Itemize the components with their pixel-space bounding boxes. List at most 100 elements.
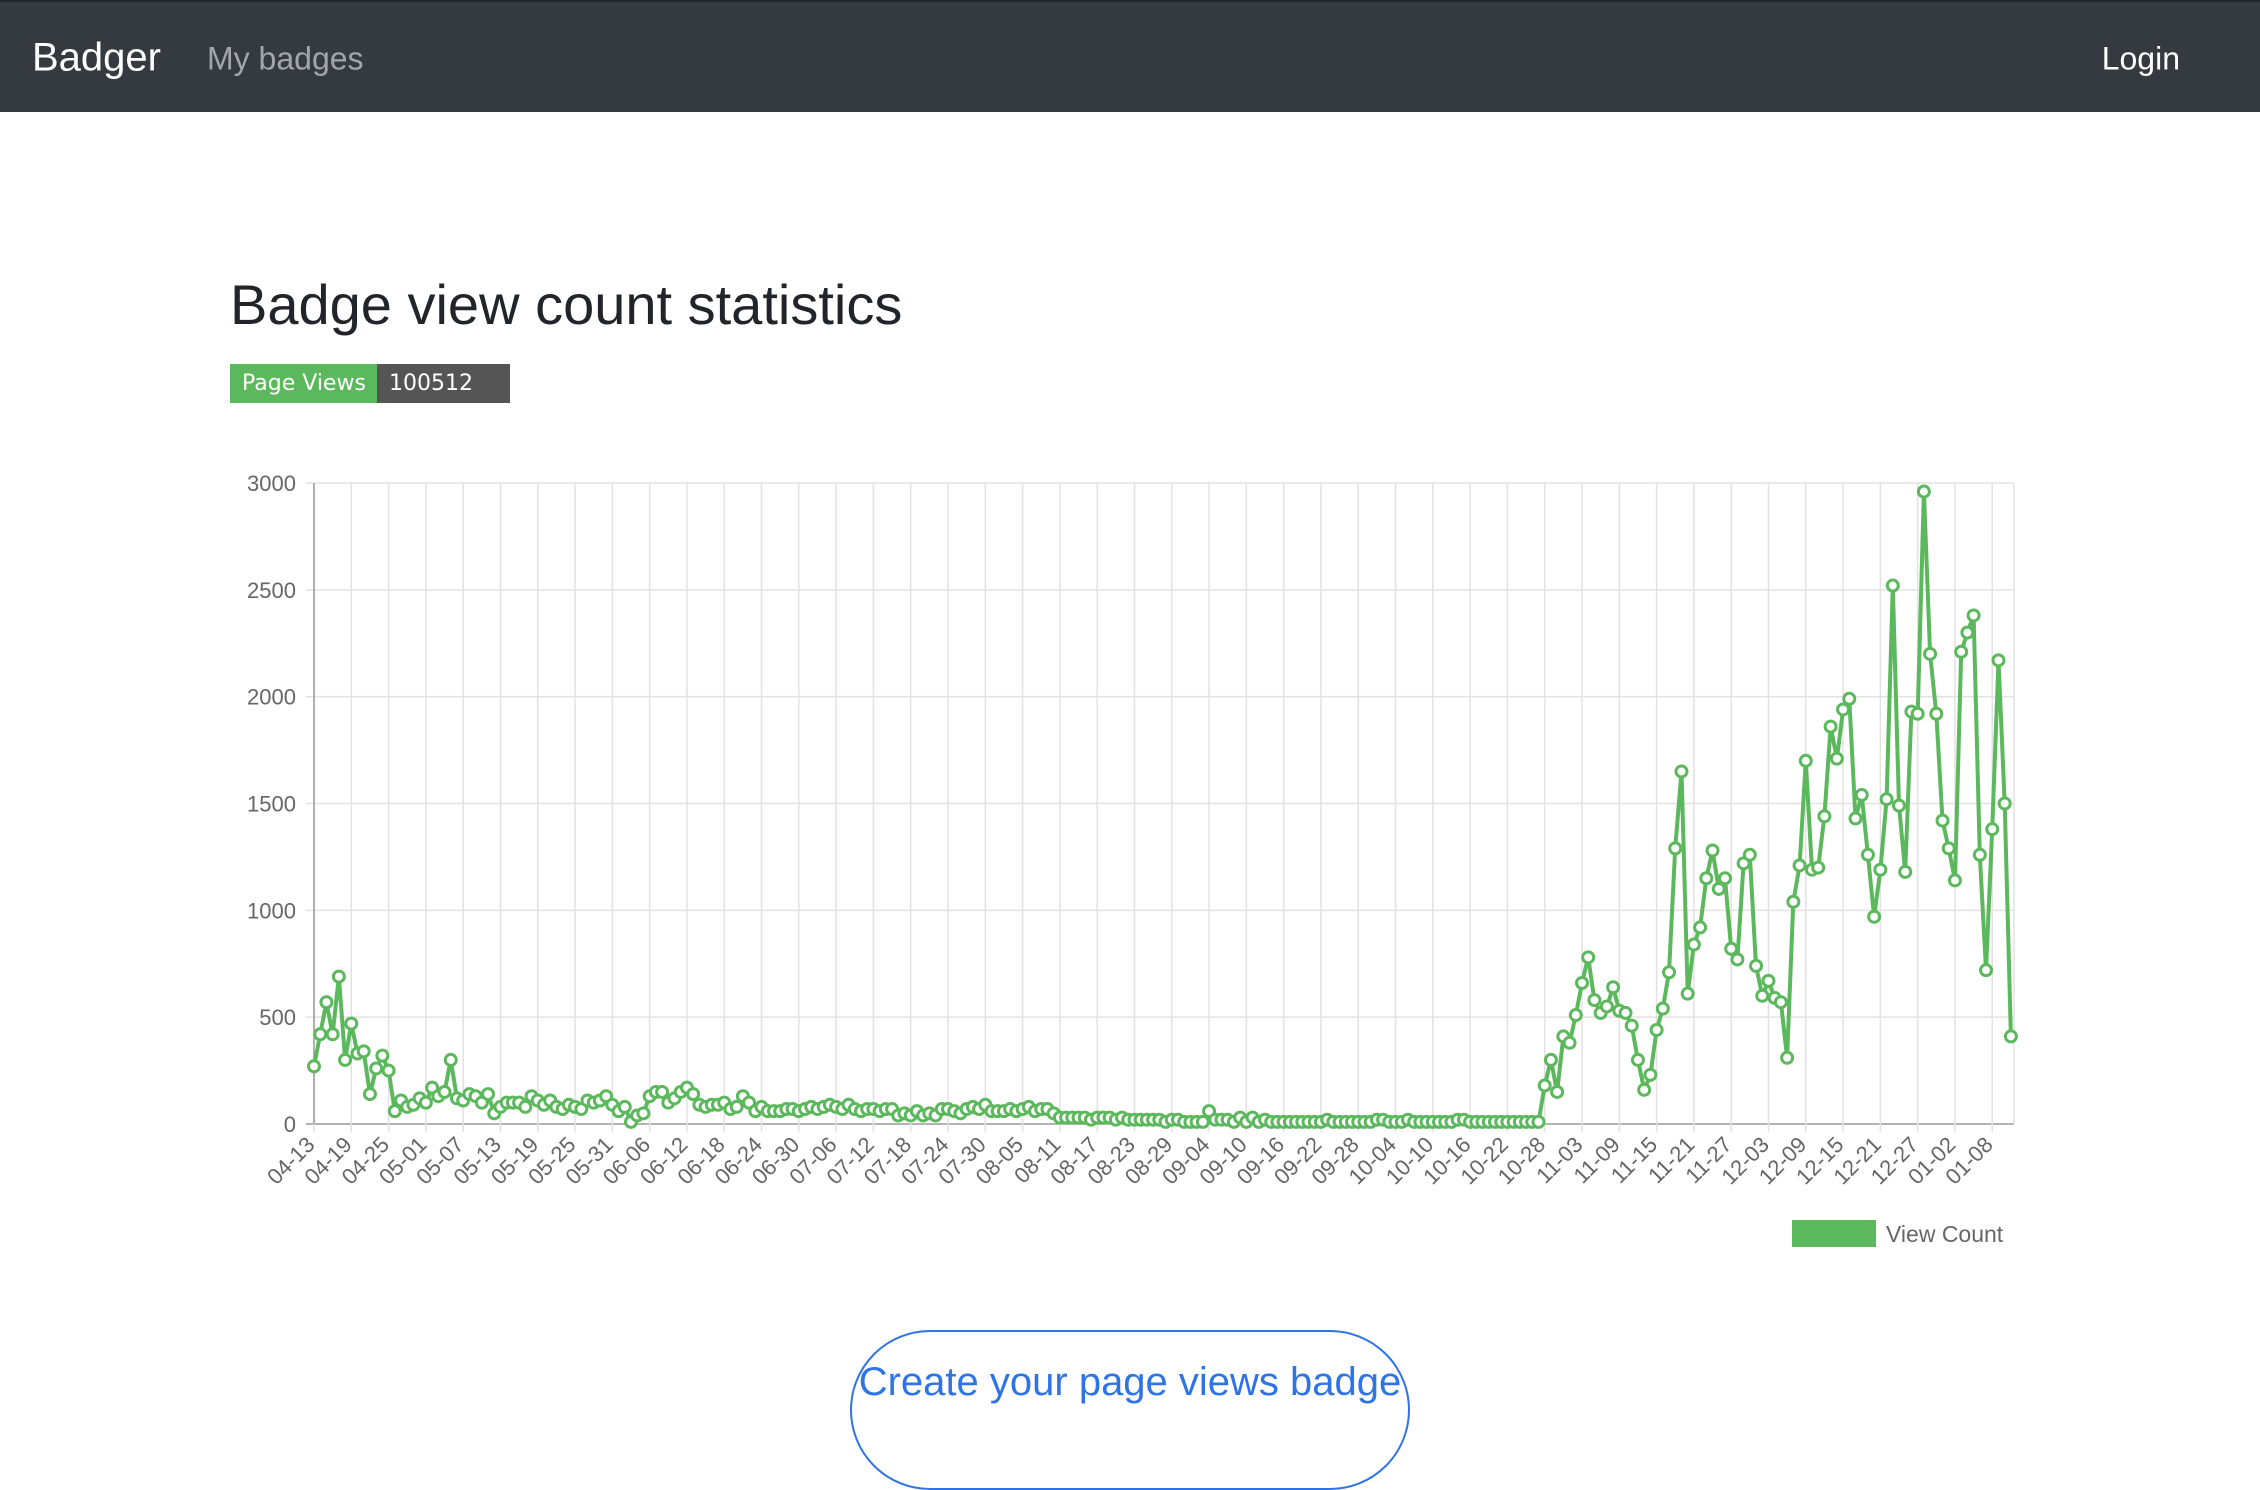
data-point — [481, 1087, 496, 1102]
data-point — [338, 1052, 353, 1067]
data-point — [437, 1084, 452, 1099]
y-tick-label: 2500 — [247, 578, 296, 603]
data-point — [729, 1099, 744, 1114]
data-point — [313, 1027, 328, 1042]
data-point — [1717, 871, 1732, 886]
data-point — [686, 1087, 701, 1102]
y-tick-label: 3000 — [247, 471, 296, 496]
y-tick-label: 1000 — [247, 898, 296, 923]
data-point — [356, 1044, 371, 1059]
data-point — [1923, 646, 1938, 661]
data-point — [1705, 843, 1720, 858]
data-point — [1966, 608, 1981, 623]
data-point — [1854, 787, 1869, 802]
data-point — [1655, 1001, 1670, 1016]
data-point — [1693, 920, 1708, 935]
data-point — [1575, 975, 1590, 990]
brand-link[interactable]: Badger — [32, 36, 161, 81]
data-point — [1979, 963, 1994, 978]
data-point — [1749, 958, 1764, 973]
data-point — [2003, 1029, 2018, 1044]
data-point — [1941, 841, 1956, 856]
data-point — [1550, 1084, 1565, 1099]
data-point — [418, 1095, 433, 1110]
data-point — [1581, 950, 1596, 965]
create-badge-button[interactable]: Create your page views badge — [850, 1330, 1410, 1490]
badge-label: Page Views — [230, 364, 377, 403]
data-point — [1867, 909, 1882, 924]
data-point — [1792, 858, 1807, 873]
y-tick-label: 1500 — [247, 792, 296, 817]
data-point — [1711, 881, 1726, 896]
data-point — [369, 1061, 384, 1076]
data-point — [1935, 813, 1950, 828]
data-point — [1972, 847, 1987, 862]
data-point — [1730, 952, 1745, 967]
data-point — [1842, 691, 1857, 706]
data-point — [1836, 702, 1851, 717]
y-tick-label: 0 — [284, 1112, 296, 1137]
data-point — [1798, 753, 1813, 768]
data-point — [1997, 796, 2012, 811]
chart-svg: 05001000150020002500300004-1304-1904-250… — [247, 471, 2018, 1247]
data-point — [1587, 993, 1602, 1008]
page-views-badge: Page Views 100512 — [230, 364, 510, 403]
data-point — [1786, 894, 1801, 909]
data-point — [381, 1063, 396, 1078]
data-point — [1929, 706, 1944, 721]
data-point — [1991, 653, 2006, 668]
data-point — [1674, 764, 1689, 779]
data-point — [1537, 1078, 1552, 1093]
data-point — [1195, 1114, 1210, 1129]
data-point — [1637, 1082, 1652, 1097]
data-point — [1761, 973, 1776, 988]
data-point — [1829, 751, 1844, 766]
data-point — [1662, 965, 1677, 980]
data-point — [1811, 860, 1826, 875]
data-point — [1686, 937, 1701, 952]
data-point — [344, 1016, 359, 1031]
data-point — [518, 1099, 533, 1114]
data-point — [1892, 798, 1907, 813]
data-point — [636, 1106, 651, 1121]
data-point — [387, 1104, 402, 1119]
data-point — [1823, 719, 1838, 734]
data-point — [1860, 847, 1875, 862]
data-point — [1742, 847, 1757, 862]
data-point — [1568, 1008, 1583, 1023]
legend-swatch — [1792, 1220, 1876, 1247]
data-point — [1773, 995, 1788, 1010]
login-link[interactable]: Login — [2102, 41, 2180, 78]
data-point — [319, 995, 334, 1010]
data-point — [1780, 1050, 1795, 1065]
data-point — [1624, 1018, 1639, 1033]
nav-link-my-badges[interactable]: My badges — [207, 41, 364, 78]
y-tick-label: 2000 — [247, 685, 296, 710]
data-point — [1649, 1022, 1664, 1037]
data-point — [1947, 873, 1962, 888]
data-point — [1618, 1005, 1633, 1020]
data-point — [1817, 809, 1832, 824]
y-tick-label: 500 — [259, 1005, 296, 1030]
data-point — [1680, 986, 1695, 1001]
data-point — [1873, 862, 1888, 877]
data-point — [1699, 871, 1714, 886]
data-point — [307, 1059, 321, 1074]
page-title: Badge view count statistics — [230, 273, 903, 336]
data-point — [362, 1087, 377, 1102]
data-point — [1954, 644, 1969, 659]
data-point — [1543, 1052, 1558, 1067]
view-count-chart: 0 500 1000 1500 2000 2500 3000 04-13 04-19 04-25 0… — [230, 460, 2030, 1260]
data-point — [1879, 792, 1894, 807]
data-point — [375, 1048, 390, 1063]
data-point — [1630, 1052, 1645, 1067]
data-point — [1668, 841, 1683, 856]
top-navbar: Badger My badges Login — [0, 0, 2260, 112]
data-point — [1643, 1067, 1658, 1082]
data-point — [1898, 864, 1913, 879]
data-point — [1916, 484, 1931, 499]
data-point — [1724, 941, 1739, 956]
data-point — [617, 1099, 632, 1114]
data-point — [325, 1027, 340, 1042]
data-point — [655, 1084, 670, 1099]
